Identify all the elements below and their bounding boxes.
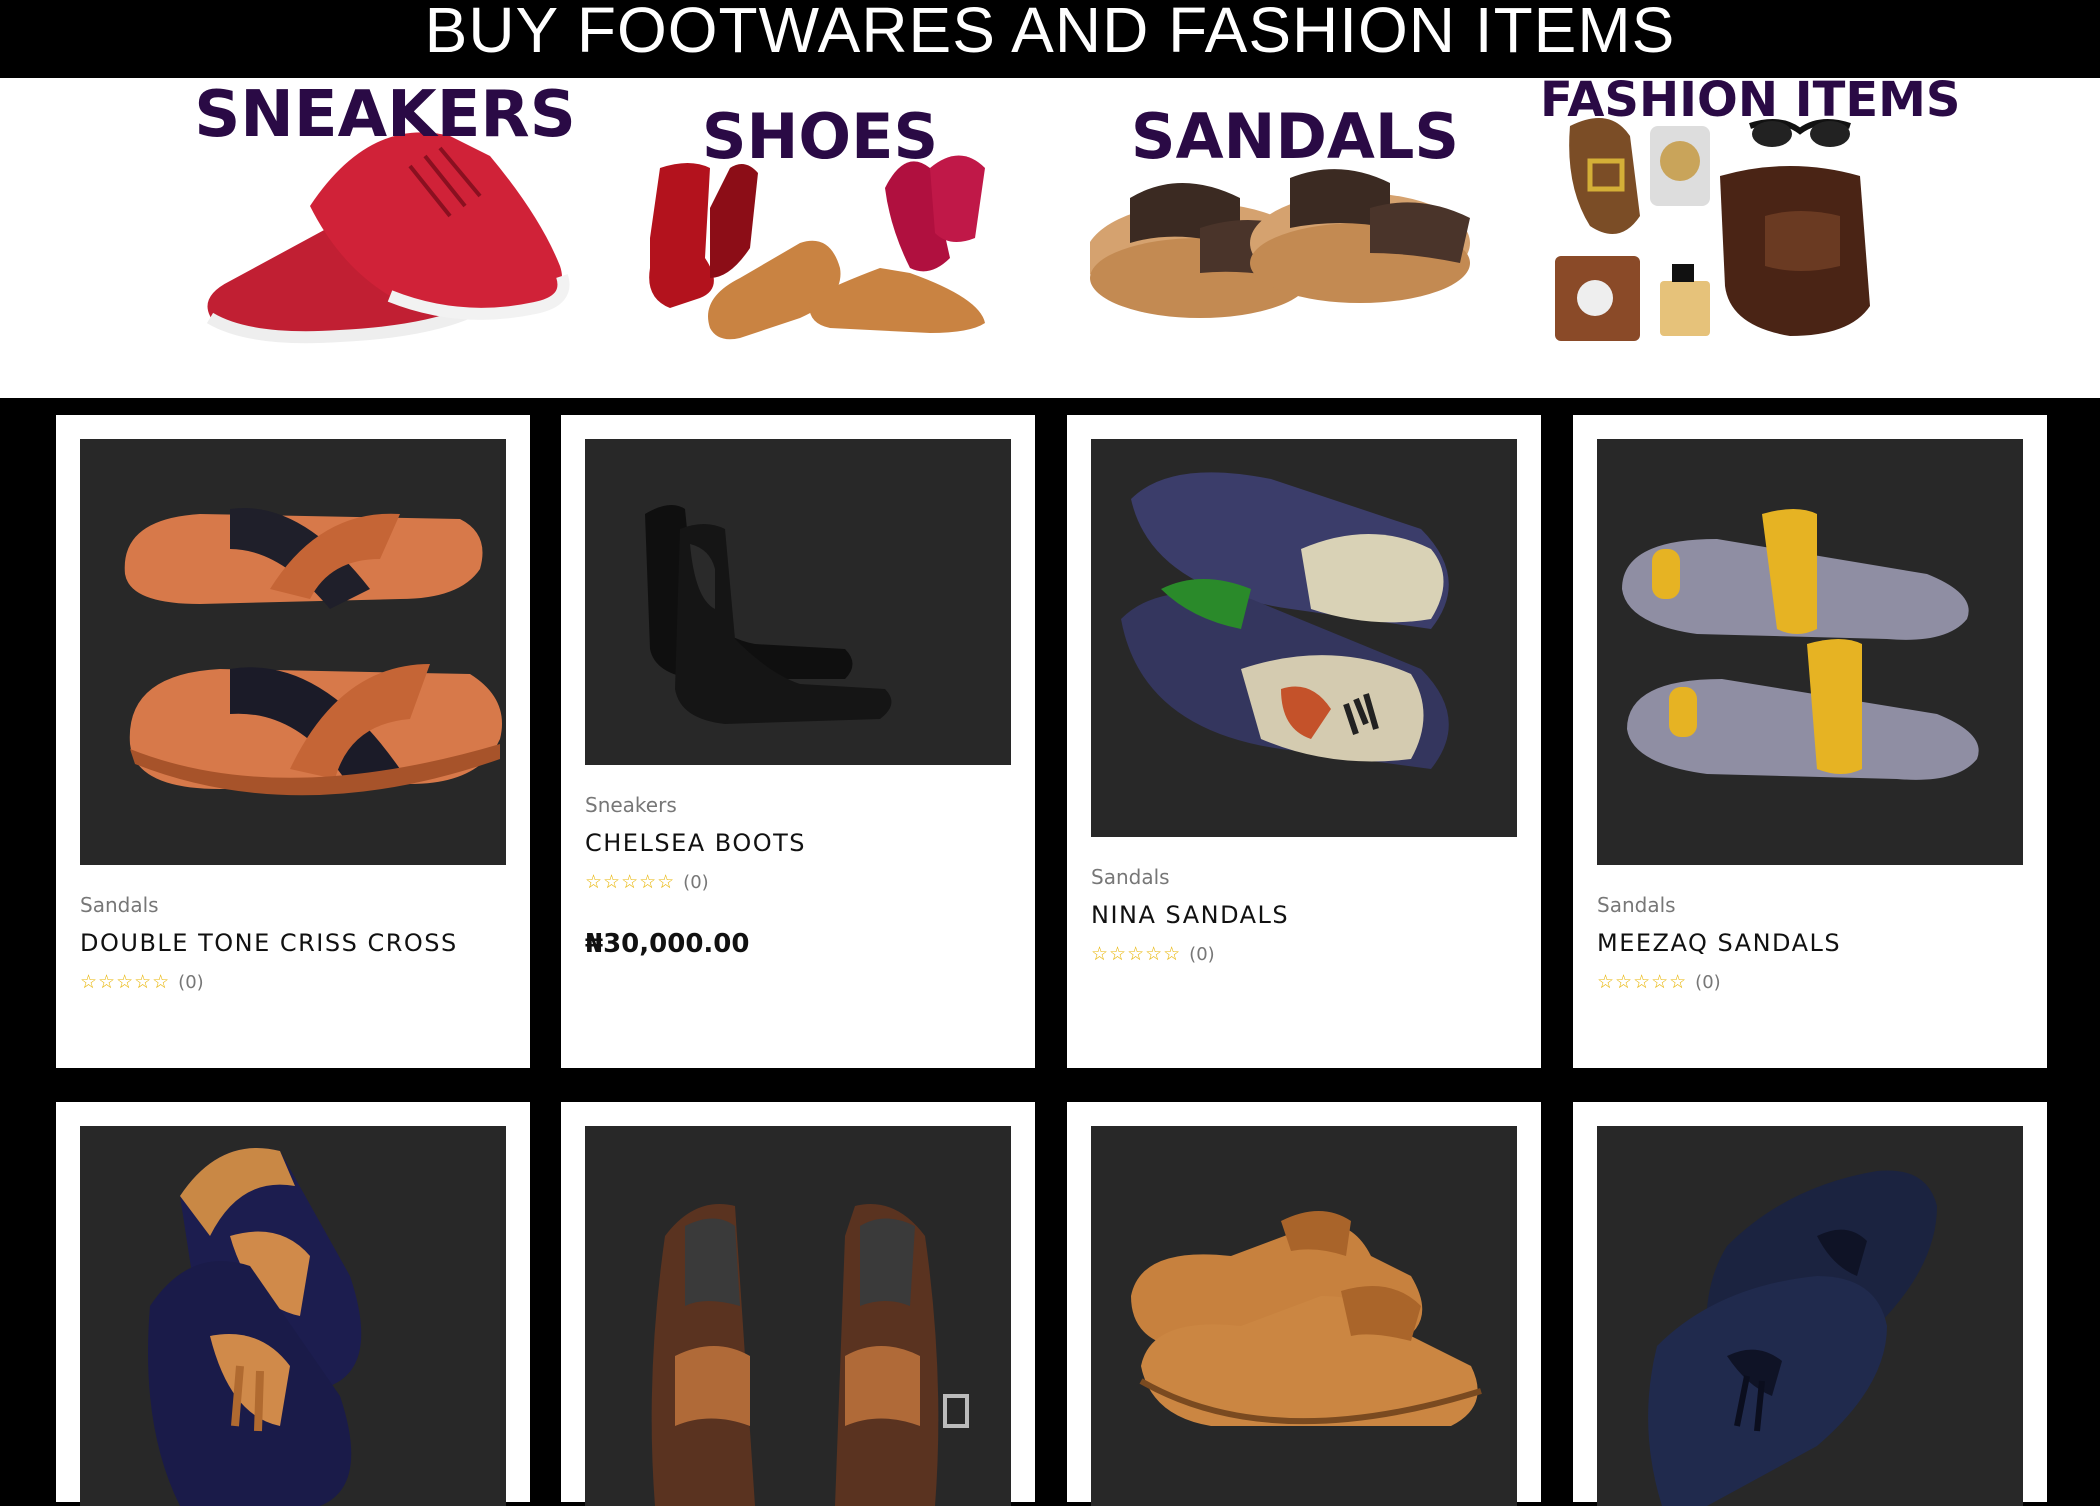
product-card[interactable]: Sandals MEEZAQ SANDALS ☆☆☆☆☆ (0) [1573, 415, 2047, 1068]
star-rating-icon: ☆☆☆☆☆ [80, 971, 171, 993]
category-strip: SNEAKERS SHOES SANDALS FASHION ITEMS [0, 72, 2100, 398]
product-card[interactable] [561, 1102, 1035, 1506]
star-rating-icon: ☆☆☆☆☆ [1091, 943, 1182, 965]
velvet-tassel-loafers-image[interactable] [80, 1126, 506, 1506]
product-category[interactable]: Sandals [1091, 865, 1517, 889]
fashion-accessories-icon [1555, 118, 1870, 341]
product-title[interactable]: DOUBLE TONE CRISS CROSS [80, 929, 506, 957]
product-rating: ☆☆☆☆☆ (0) [80, 971, 506, 993]
product-category[interactable]: Sneakers [585, 793, 1011, 817]
product-title[interactable]: CHELSEA BOOTS [585, 829, 1011, 857]
category-label: FASHION ITEMS [1540, 72, 1961, 128]
category-sandals[interactable]: SANDALS [1090, 78, 1490, 348]
product-title[interactable]: NINA SANDALS [1091, 901, 1517, 929]
product-rating: ☆☆☆☆☆ (0) [1597, 971, 2023, 993]
category-label: SANDALS [1130, 100, 1460, 173]
category-label: SHOES [701, 100, 939, 173]
product-rating: ☆☆☆☆☆ (0) [1091, 943, 1517, 965]
product-meta: Sneakers CHELSEA BOOTS ☆☆☆☆☆ (0) ₦30,000… [585, 793, 1011, 959]
star-rating-icon: ☆☆☆☆☆ [585, 871, 676, 893]
product-category[interactable]: Sandals [80, 893, 506, 917]
product-price: ₦30,000.00 [585, 929, 750, 959]
product-category[interactable]: Sandals [1597, 893, 2023, 917]
product-card[interactable]: Sandals DOUBLE TONE CRISS CROSS ☆☆☆☆☆ (0… [56, 415, 530, 1068]
product-meta: Sandals DOUBLE TONE CRISS CROSS ☆☆☆☆☆ (0… [80, 893, 506, 993]
assorted-shoes-icon [649, 155, 985, 340]
product-card[interactable] [1067, 1102, 1541, 1506]
category-shoes[interactable]: SHOES [630, 78, 1020, 348]
chelsea-boots-image[interactable] [585, 439, 1011, 765]
product-meta: Sandals NINA SANDALS ☆☆☆☆☆ (0) [1091, 865, 1517, 965]
category-fashion-items[interactable]: FASHION ITEMS [1540, 72, 1960, 348]
product-card[interactable] [1573, 1102, 2047, 1506]
product-rating: ☆☆☆☆☆ (0) [585, 871, 1011, 893]
criss-cross-sandals-image[interactable] [80, 439, 506, 865]
nina-sandals-image[interactable] [1091, 439, 1517, 837]
star-rating-icon: ☆☆☆☆☆ [1597, 971, 1688, 993]
meezaq-sandals-image[interactable] [1597, 439, 2023, 865]
banner-title: BUY FOOTWARES AND FASHION ITEMS [424, 0, 1676, 66]
product-meta: Sandals MEEZAQ SANDALS ☆☆☆☆☆ (0) [1597, 893, 2023, 993]
brown-monk-strap-shoes-image[interactable] [585, 1126, 1011, 1506]
navy-woven-loafers-image[interactable] [1597, 1126, 2023, 1506]
category-label: SNEAKERS [194, 78, 576, 152]
category-sneakers[interactable]: SNEAKERS [180, 78, 580, 348]
review-count: (0) [683, 871, 709, 893]
review-count: (0) [1695, 971, 1721, 993]
review-count: (0) [1189, 943, 1215, 965]
tan-brogue-oxfords-image[interactable] [1091, 1126, 1517, 1506]
page-banner: BUY FOOTWARES AND FASHION ITEMS [0, 0, 2100, 78]
product-title[interactable]: MEEZAQ SANDALS [1597, 929, 2023, 957]
product-card[interactable] [56, 1102, 530, 1506]
product-grid: Sandals DOUBLE TONE CRISS CROSS ☆☆☆☆☆ (0… [0, 398, 2100, 1506]
product-card[interactable]: Sandals NINA SANDALS ☆☆☆☆☆ (0) [1067, 415, 1541, 1068]
review-count: (0) [178, 971, 204, 993]
product-card[interactable]: Sneakers CHELSEA BOOTS ☆☆☆☆☆ (0) ₦30,000… [561, 415, 1035, 1068]
